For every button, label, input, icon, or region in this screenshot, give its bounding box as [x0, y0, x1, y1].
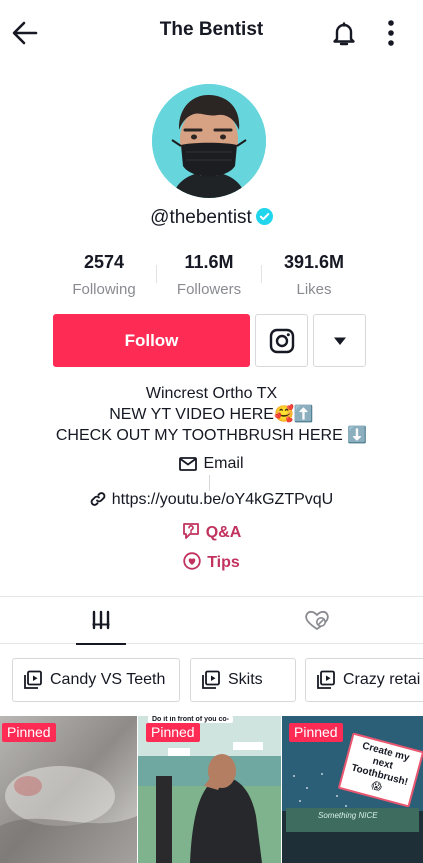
hidden-liked-icon [305, 610, 329, 630]
link-icon [90, 492, 106, 506]
profile-tabs [0, 596, 423, 645]
divider-line [209, 475, 210, 491]
qa-label: Q&A [205, 524, 242, 541]
playlist-icon [24, 670, 42, 689]
active-tab-indicator [76, 643, 126, 645]
stats-row: 2574 Following 11.6M Followers 391.6M Li… [0, 252, 423, 302]
stat-followers[interactable]: 11.6M Followers [154, 252, 264, 298]
stat-divider [261, 265, 262, 283]
pinned-badge: Pinned [289, 723, 343, 742]
tab-liked-videos[interactable] [212, 597, 423, 644]
videos-grid-icon [92, 610, 110, 630]
follow-button[interactable]: Follow [53, 314, 250, 367]
bio-link-url: https://youtu.be/oY4kGZTPvqU [111, 491, 334, 508]
arrow-left-icon [12, 21, 38, 45]
email-link[interactable]: Email [0, 455, 423, 473]
pinned-badge: Pinned [146, 723, 200, 742]
username-row: @thebentist [0, 207, 423, 229]
notifications-button[interactable] [329, 18, 359, 48]
more-options-button[interactable] [380, 18, 402, 48]
username: @thebentist [150, 207, 252, 228]
tips-label: Tips [207, 554, 240, 571]
likes-count: 391.6M [283, 252, 345, 272]
video-thumbnail[interactable]: Create my next Toothbrush! 😱 Something N… [282, 716, 423, 863]
bio-link[interactable]: https://youtu.be/oY4kGZTPvqU [0, 491, 423, 509]
playlist-chip[interactable]: Crazy retai [305, 658, 423, 702]
tab-videos[interactable] [0, 597, 211, 645]
qa-link[interactable]: Q&A [0, 522, 423, 542]
verified-badge-icon [255, 208, 273, 225]
instagram-button[interactable] [255, 314, 308, 367]
stat-likes[interactable]: 391.6M Likes [259, 252, 369, 298]
following-count: 2574 [83, 252, 125, 272]
followers-label: Followers [176, 281, 242, 298]
more-vertical-icon [388, 20, 394, 46]
avatar[interactable] [152, 84, 266, 198]
stat-following[interactable]: 2574 Following [49, 252, 159, 298]
following-label: Following [72, 281, 136, 298]
followers-count: 11.6M [184, 252, 234, 272]
email-label: Email [203, 455, 244, 472]
playlist-icon [317, 670, 335, 689]
page-title: The Bentist [159, 19, 264, 40]
envelope-icon [179, 457, 198, 471]
likes-label: Likes [296, 281, 332, 298]
pinned-badge: Pinned [2, 723, 56, 742]
tips-heart-icon [183, 552, 201, 570]
back-button[interactable] [10, 18, 40, 48]
bio: Wincrest Ortho TX NEW YT VIDEO HERE🥰⬆️ C… [0, 383, 423, 446]
instagram-icon [269, 328, 294, 353]
question-bubble-icon [182, 523, 199, 539]
bell-icon [333, 22, 355, 46]
bio-line: Wincrest Ortho TX [145, 385, 278, 402]
top-bar: The Bentist [0, 0, 423, 64]
bio-line: CHECK OUT MY TOOTHBRUSH HERE ⬇️ [55, 427, 368, 444]
playlist-chip-label: Skits [228, 671, 263, 688]
playlist-chip-label: Candy VS Teeth [50, 671, 166, 688]
suggested-accounts-button[interactable] [313, 314, 366, 367]
playlist-chip[interactable]: Skits [190, 658, 296, 702]
playlist-chip[interactable]: Candy VS Teeth [12, 658, 180, 702]
playlist-icon [202, 670, 220, 689]
bio-line: NEW YT VIDEO HERE🥰⬆️ [109, 406, 314, 423]
video-grid: Pinned Do it in front of you co- Pinned [0, 716, 423, 863]
playlist-chip-label: Crazy retai [343, 671, 421, 688]
playlist-row: Candy VS Teeth Skits Crazy retai [0, 658, 423, 702]
video-thumbnail[interactable]: Do it in front of you co- Pinned [138, 716, 281, 863]
avatar-portrait-image [152, 84, 266, 198]
video-caption-sticker: Do it in front of you co- [148, 716, 233, 723]
stat-divider [156, 265, 157, 283]
video-thumbnail[interactable]: Pinned [0, 716, 137, 863]
video-sign-text: Something NICE [318, 811, 378, 820]
tips-link[interactable]: Tips [0, 552, 423, 572]
caret-down-icon [333, 337, 346, 345]
